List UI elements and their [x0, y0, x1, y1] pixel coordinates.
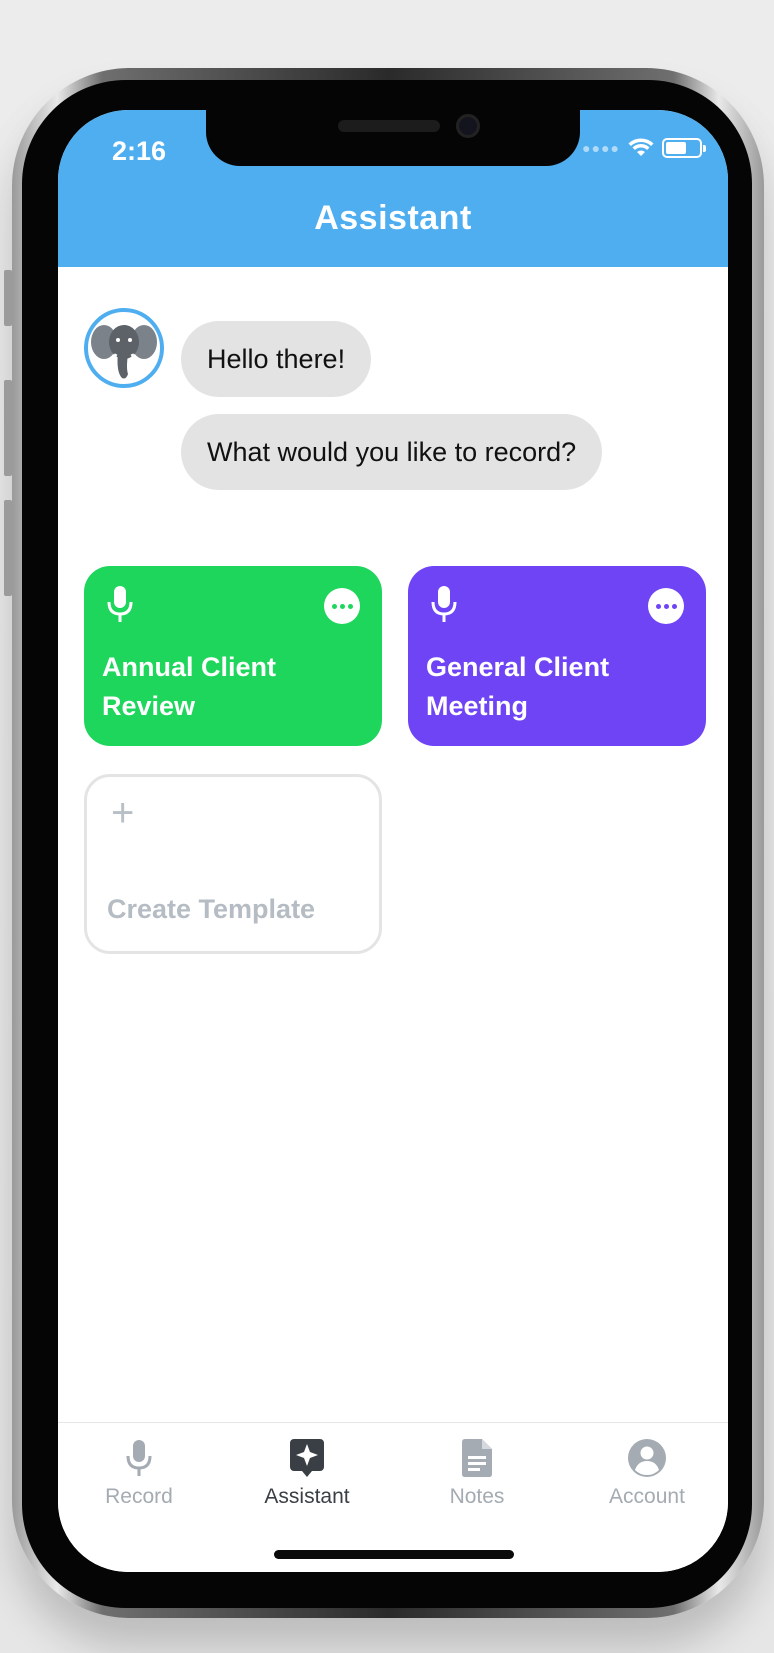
assistant-avatar	[84, 308, 164, 388]
tab-record[interactable]: Record	[69, 1439, 209, 1509]
signal-icon: ●●●●	[582, 140, 620, 156]
volume-down-button	[4, 500, 12, 596]
notch	[206, 110, 580, 166]
sparkle-icon	[290, 1439, 324, 1477]
status-icons: ●●●●	[582, 138, 706, 158]
template-card-general-client-meeting[interactable]: General Client Meeting	[408, 566, 706, 746]
status-time: 2:16	[112, 136, 167, 166]
template-card-annual-client-review[interactable]: Annual Client Review	[84, 566, 382, 746]
tab-label: Notes	[449, 1485, 505, 1508]
front-camera	[456, 114, 480, 138]
tab-notes[interactable]: Notes	[407, 1439, 547, 1509]
create-template-label: Create Template	[107, 894, 316, 924]
tab-label: Record	[105, 1485, 173, 1508]
create-template-button[interactable]: + Create Template	[84, 774, 382, 954]
microphone-icon	[431, 586, 457, 622]
tab-label: Account	[609, 1485, 685, 1508]
home-indicator	[274, 1550, 514, 1559]
volume-up-button	[4, 380, 12, 476]
wifi-icon	[628, 138, 654, 156]
document-icon	[462, 1439, 492, 1477]
plus-icon: +	[111, 791, 135, 835]
template-label: Annual Client Review	[102, 652, 276, 721]
speaker-grille	[338, 120, 440, 132]
chat-bubble: Hello there!	[181, 321, 372, 397]
user-icon	[628, 1439, 666, 1477]
mute-switch	[4, 270, 12, 326]
microphone-icon	[126, 1440, 152, 1476]
more-options-icon[interactable]	[324, 588, 360, 624]
page-title: Assistant	[314, 199, 472, 237]
tab-label: Assistant	[264, 1485, 350, 1508]
microphone-icon	[107, 586, 133, 622]
template-label: General Client Meeting	[426, 652, 610, 721]
tab-assistant[interactable]: Assistant	[237, 1439, 377, 1509]
app-screen: 2:16 ●●●● Assistant Hello there! What wo…	[58, 110, 728, 1572]
chat-bubble: What would you like to record?	[181, 414, 603, 490]
elephant-icon	[91, 325, 157, 379]
more-options-icon[interactable]	[648, 588, 684, 624]
battery-icon	[662, 138, 706, 158]
tab-account[interactable]: Account	[577, 1439, 717, 1509]
